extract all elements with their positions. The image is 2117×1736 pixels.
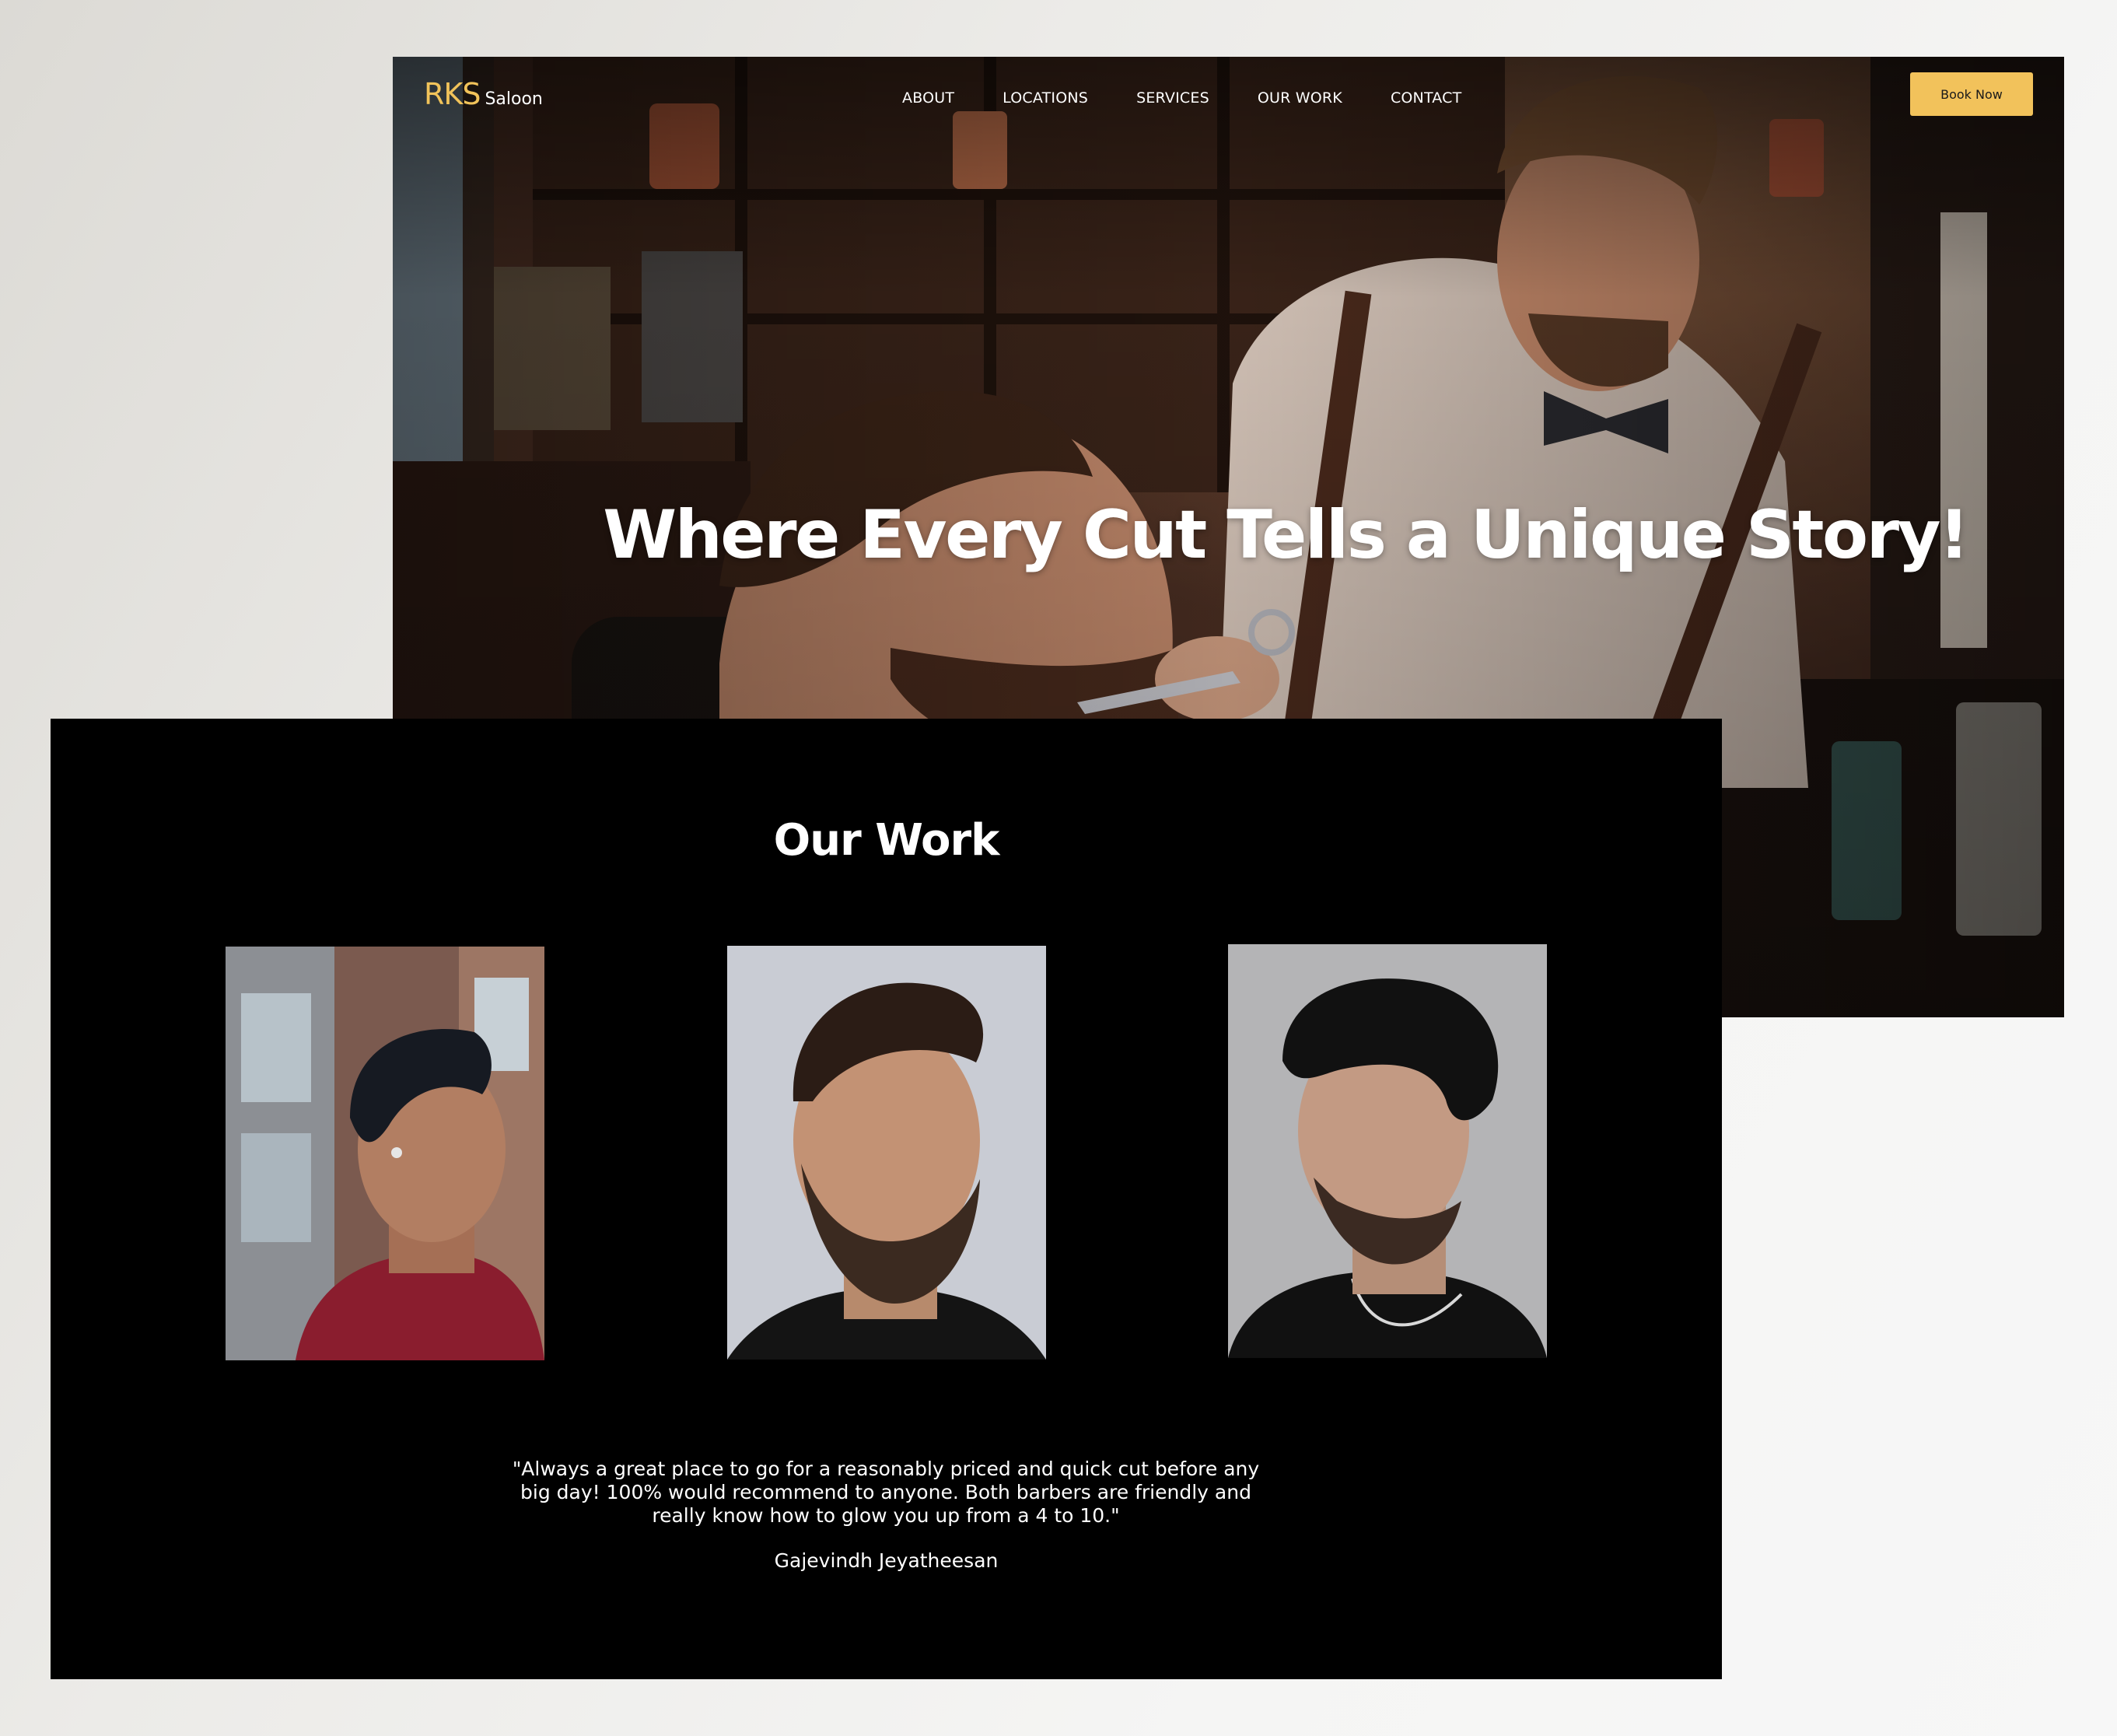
testimonial-quote: "Always a great place to go for a reason… bbox=[512, 1458, 1260, 1527]
nav-link-contact[interactable]: CONTACT bbox=[1391, 89, 1462, 107]
nav-link-services[interactable]: SERVICES bbox=[1136, 89, 1209, 107]
nav-links: ABOUT LOCATIONS SERVICES OUR WORK CONTAC… bbox=[902, 89, 1510, 107]
nav-link-our-work[interactable]: OUR WORK bbox=[1258, 89, 1342, 107]
brand-logo[interactable]: RKS Saloon bbox=[424, 77, 543, 111]
nav-link-locations[interactable]: LOCATIONS bbox=[1003, 89, 1088, 107]
haircut-photo bbox=[1228, 944, 1547, 1358]
gallery-photo-2[interactable] bbox=[727, 946, 1046, 1360]
our-work-section: Our Work "Always a great place to go for… bbox=[51, 719, 1722, 1679]
testimonial-author: Gajevindh Jeyatheesan bbox=[774, 1549, 999, 1572]
nav-link-about[interactable]: ABOUT bbox=[902, 89, 954, 107]
haircut-photo bbox=[226, 947, 544, 1360]
hero-headline: Where Every Cut Tells a Unique Story! bbox=[603, 496, 1969, 574]
brand-mark: RKS bbox=[424, 77, 481, 111]
brand-name: Saloon bbox=[485, 89, 543, 109]
book-now-button[interactable]: Book Now bbox=[1910, 72, 2033, 116]
gallery-photo-3[interactable] bbox=[1228, 944, 1547, 1358]
gallery-photo-1[interactable] bbox=[226, 947, 544, 1360]
top-nav: RKS Saloon ABOUT LOCATIONS SERVICES OUR … bbox=[393, 57, 2064, 142]
haircut-photo bbox=[727, 946, 1046, 1360]
section-title: Our Work bbox=[773, 815, 1000, 866]
